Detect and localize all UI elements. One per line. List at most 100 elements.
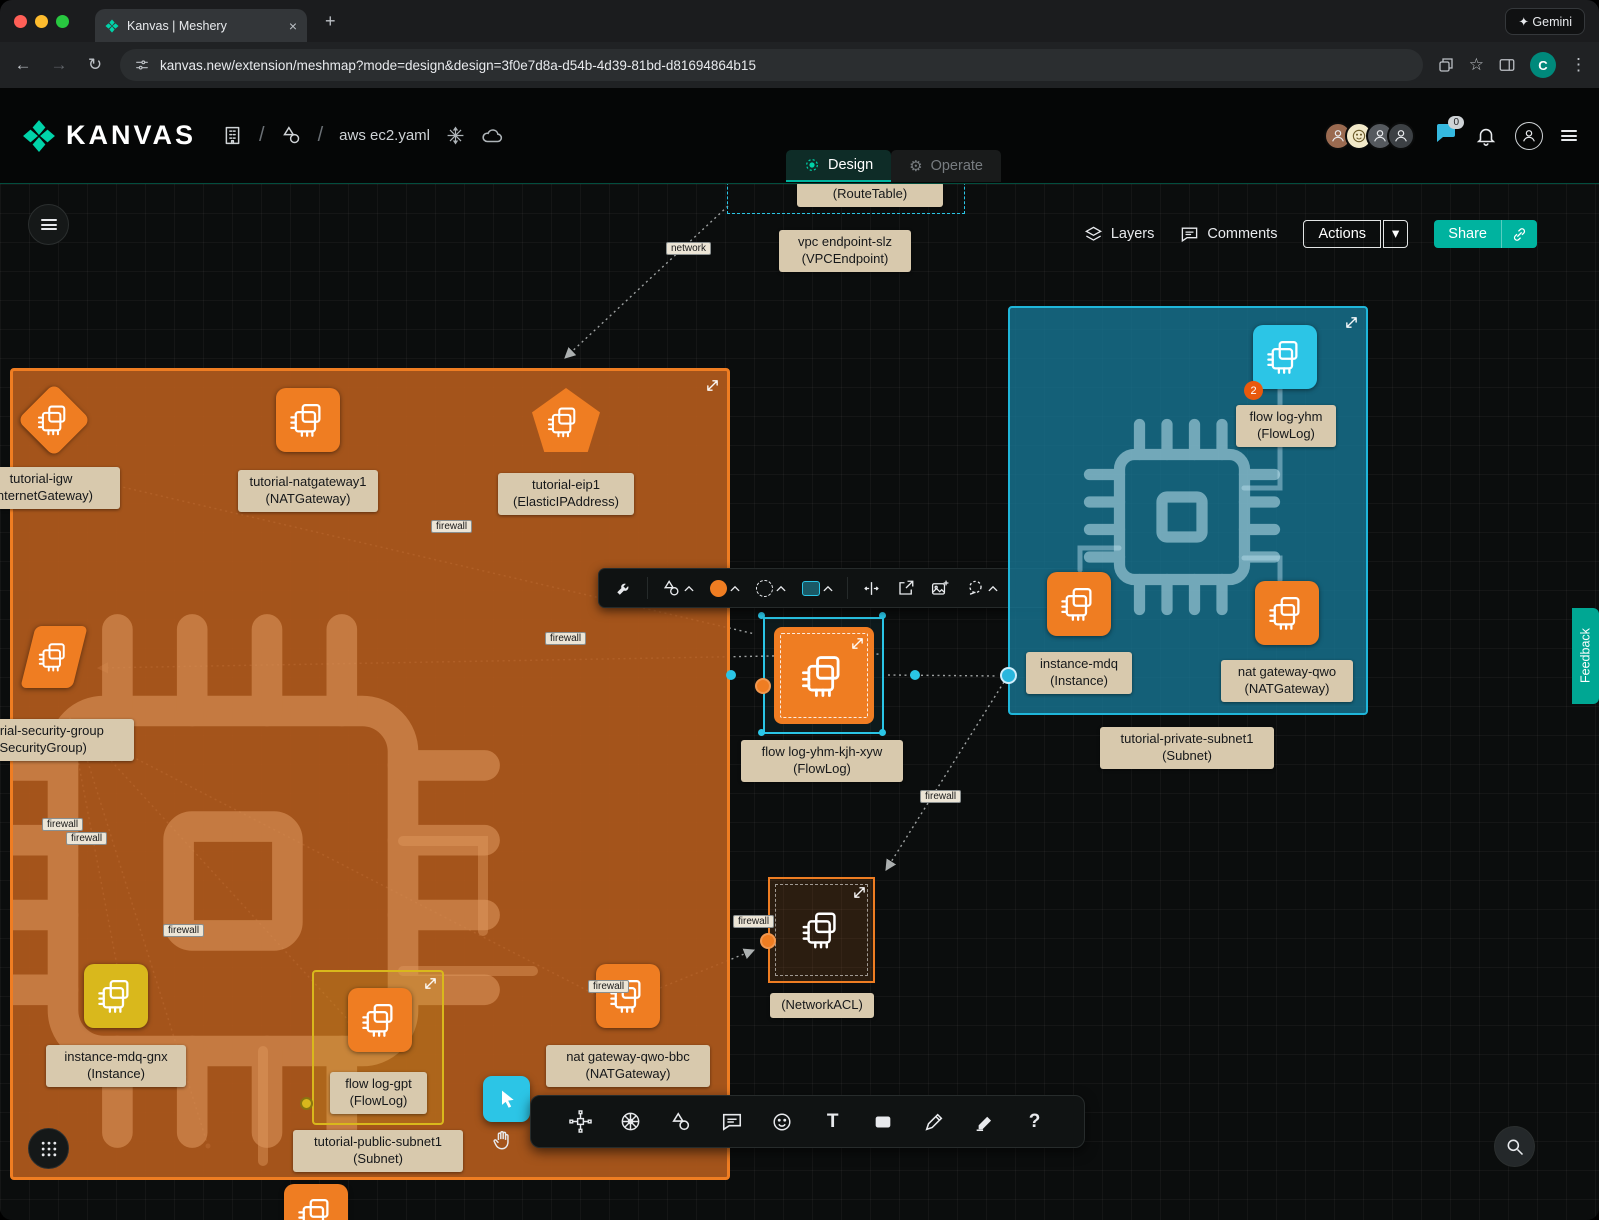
node-label-natgateway1[interactable]: tutorial-natgateway1(NATGateway) (238, 470, 378, 512)
node-label-instance-gnx[interactable]: instance-mdq-gnx(Instance) (46, 1045, 186, 1087)
site-settings-icon[interactable] (134, 57, 150, 73)
bookmark-star-icon[interactable]: ☆ (1469, 55, 1484, 75)
node-natgateway1[interactable] (276, 388, 340, 452)
window-zoom-button[interactable] (56, 15, 69, 28)
node-label-instance-mdq[interactable]: instance-mdq(Instance) (1026, 652, 1132, 694)
selection-handle-corner[interactable] (879, 612, 886, 619)
node-label-private-subnet[interactable]: tutorial-private-subnet1(Subnet) (1100, 727, 1274, 769)
node-flow-log-gpt[interactable] (348, 988, 412, 1052)
frame-tool-button[interactable] (866, 1105, 900, 1139)
add-image-button[interactable] (925, 575, 956, 602)
share-button[interactable]: Share (1434, 220, 1501, 248)
connection-dot-cyan[interactable] (1000, 667, 1017, 684)
gemini-badge[interactable]: ✦ Gemini (1505, 8, 1585, 35)
configure-tool-button[interactable] (609, 575, 639, 601)
node-label-flow-log-gpt[interactable]: flow log-gpt(FlowLog) (330, 1072, 427, 1114)
node-label-nat-qwo[interactable]: nat gateway-qwo(NATGateway) (1221, 660, 1353, 702)
window-close-button[interactable] (14, 15, 27, 28)
designs-icon[interactable] (281, 125, 302, 146)
new-tab-button[interactable]: + (325, 11, 336, 32)
organization-icon[interactable] (222, 125, 243, 146)
connection-dot-orange[interactable] (755, 678, 771, 694)
collaborator-avatars[interactable] (1324, 122, 1415, 150)
shapes-tool-button[interactable] (656, 575, 700, 602)
feedback-tab[interactable]: Feedback (1572, 608, 1599, 704)
app-menu-icon[interactable] (1561, 128, 1577, 144)
text-tool-button[interactable]: T (816, 1105, 850, 1139)
stroke-style-button[interactable] (750, 576, 792, 601)
pen-tool-button[interactable] (917, 1105, 951, 1139)
user-profile-icon[interactable] (1515, 122, 1543, 150)
node-flow-log-center-selection[interactable] (763, 617, 884, 734)
selection-handle-left[interactable] (726, 670, 736, 680)
window-minimize-button[interactable] (35, 15, 48, 28)
layers-button[interactable]: Layers (1084, 225, 1155, 244)
selection-handle-corner[interactable] (879, 729, 886, 736)
side-panel-icon[interactable] (1498, 56, 1516, 74)
browser-menu-icon[interactable]: ⋮ (1570, 55, 1587, 75)
node-label-vpc-endpoint[interactable]: vpc endpoint-slz(VPCEndpoint) (779, 230, 911, 272)
selection-handle-corner[interactable] (758, 729, 765, 736)
node-label-routetable[interactable]: (RouteTable) (797, 184, 943, 207)
node-nat-gateway-bbc[interactable] (596, 964, 660, 1028)
actions-dropdown-button[interactable]: ▾ (1383, 220, 1408, 248)
canvas-menu-button[interactable] (28, 204, 69, 245)
kubernetes-tool-button[interactable] (614, 1105, 648, 1139)
node-label-flow-log-center[interactable]: flow log-yhm-kjh-xyw(FlowLog) (741, 740, 903, 782)
node-flow-log-yhm[interactable] (1253, 325, 1317, 389)
sticker-tool-button[interactable] (765, 1105, 799, 1139)
design-file-name[interactable]: aws ec2.yaml (339, 127, 430, 144)
node-label-public-subnet[interactable]: tutorial-public-subnet1(Subnet) (293, 1130, 463, 1172)
highlighter-tool-button[interactable] (967, 1105, 1001, 1139)
actions-button[interactable]: Actions (1303, 220, 1381, 248)
select-tool-button-active[interactable] (483, 1076, 530, 1122)
node-partial-bottom[interactable] (284, 1184, 348, 1220)
avatar[interactable] (1387, 122, 1415, 150)
connection-dot-orange[interactable] (760, 933, 776, 949)
design-canvas[interactable]: (RouteTable) vpc endpoint-slz(VPCEndpoin… (0, 184, 1599, 1220)
notifications-bell-icon[interactable] (1475, 125, 1497, 147)
node-label-security-group[interactable]: tutorial-security-group(SecurityGroup) (0, 719, 134, 761)
open-in-new-button[interactable] (891, 575, 921, 601)
selection-handle-corner[interactable] (758, 612, 765, 619)
node-instance-mdq-gnx[interactable] (84, 964, 148, 1028)
resize-handle-icon[interactable] (706, 379, 719, 392)
zoom-search-button[interactable] (1494, 1126, 1535, 1167)
comments-button[interactable]: Comments (1180, 225, 1277, 244)
tab-design[interactable]: Design (786, 150, 891, 182)
chat-button[interactable]: 0 (1433, 121, 1457, 150)
forward-button[interactable]: → (48, 55, 70, 75)
node-label-nat-bbc[interactable]: nat gateway-qwo-bbc(NATGateway) (546, 1045, 710, 1087)
browser-profile-avatar[interactable]: C (1530, 52, 1556, 78)
reload-button[interactable]: ↻ (84, 55, 106, 75)
help-button[interactable]: ? (1018, 1105, 1052, 1139)
resize-handle-icon[interactable] (1345, 316, 1358, 329)
connection-dot-yellow[interactable] (300, 1097, 313, 1110)
back-button[interactable]: ← (12, 55, 34, 75)
tab-close-icon[interactable]: × (289, 18, 297, 34)
tab-operate[interactable]: ⚙ Operate (891, 150, 1001, 182)
dot-grid-button[interactable] (28, 1128, 69, 1169)
fill-color-button[interactable] (704, 576, 746, 601)
snapshot-icon[interactable] (446, 126, 465, 145)
shapes-tool-button[interactable] (664, 1105, 698, 1139)
node-label-igw[interactable]: tutorial-igw(InternetGateway) (0, 467, 120, 509)
cloud-sync-icon[interactable] (481, 125, 503, 147)
save-page-icon[interactable] (1437, 56, 1455, 74)
group-style-button[interactable] (796, 577, 839, 600)
omnibox[interactable]: kanvas.new/extension/meshmap?mode=design… (120, 49, 1423, 81)
lasso-tool-button[interactable] (960, 575, 1004, 602)
resize-handle-icon[interactable] (851, 637, 864, 650)
resize-handle-icon[interactable] (424, 977, 437, 990)
components-tool-button[interactable] (563, 1105, 597, 1139)
node-flow-log-center[interactable] (774, 627, 874, 724)
node-label-network-acl[interactable]: (NetworkACL) (770, 993, 874, 1018)
browser-tab[interactable]: Kanvas | Meshery × (95, 9, 307, 42)
node-label-eip1[interactable]: tutorial-eip1(ElasticIPAddress) (498, 473, 634, 515)
resize-handle-icon[interactable] (853, 886, 866, 899)
rename-tool-button[interactable] (856, 575, 887, 602)
selection-handle-right[interactable] (910, 670, 920, 680)
pan-tool-button[interactable] (492, 1129, 514, 1156)
comment-tool-button[interactable] (715, 1105, 749, 1139)
node-label-flow-log-yhm[interactable]: flow log-yhm(FlowLog) (1236, 405, 1336, 447)
